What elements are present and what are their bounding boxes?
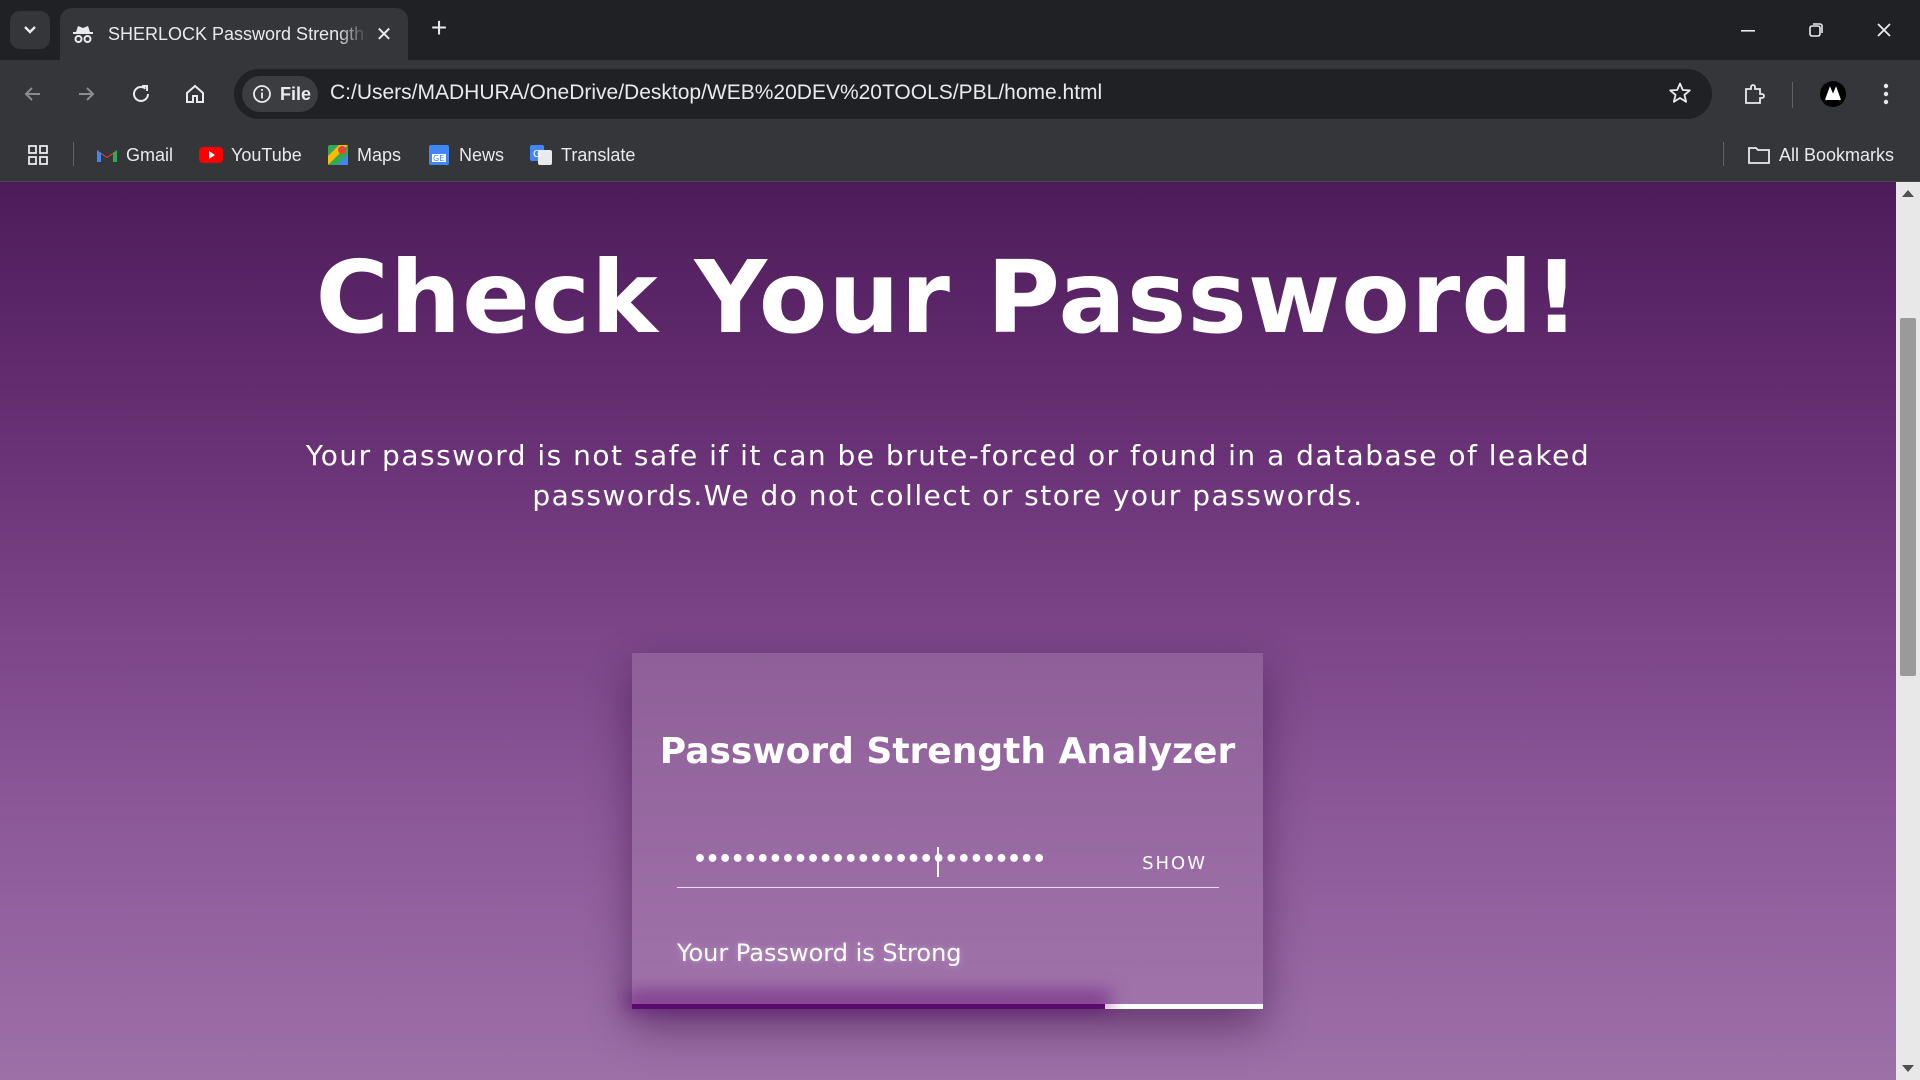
bookmarks-divider-right xyxy=(1723,142,1724,166)
bookmark-news[interactable]: GE News xyxy=(427,140,504,170)
extensions-button[interactable] xyxy=(1734,74,1774,114)
bookmarks-divider xyxy=(73,142,74,166)
bookmark-translate[interactable]: G Translate xyxy=(529,140,635,170)
kebab-menu-icon xyxy=(1883,83,1889,105)
translate-icon: G xyxy=(529,144,553,166)
show-password-button[interactable]: SHOW xyxy=(1142,853,1207,874)
url-text[interactable]: C:/Users/MADHURA/OneDrive/Desktop/WEB%20… xyxy=(330,81,1102,105)
file-chip-label: File xyxy=(280,83,312,104)
bookmark-label-gmail: Gmail xyxy=(126,144,174,165)
chevron-down-icon xyxy=(24,26,36,34)
minimize-button[interactable] xyxy=(1714,0,1782,60)
bookmark-label-youtube: YouTube xyxy=(231,144,302,165)
arrow-left-icon xyxy=(24,87,40,101)
password-analyzer-card: Password Strength Analyzer •••••••••••••… xyxy=(632,653,1263,1009)
address-bar[interactable]: File C:/Users/MADHURA/OneDrive/Desktop/W… xyxy=(234,69,1712,119)
tab-strip: SHERLOCK Password Strength Analyzer ✕ + xyxy=(0,0,1920,60)
restore-button[interactable] xyxy=(1782,0,1850,60)
tab-title: SHERLOCK Password Strength Analyzer xyxy=(108,23,368,44)
svg-text:G: G xyxy=(533,149,541,160)
puzzle-icon xyxy=(1745,84,1765,104)
scroll-thumb[interactable] xyxy=(1900,318,1916,676)
reload-icon xyxy=(133,85,149,102)
bookmark-label-translate: Translate xyxy=(561,144,636,165)
reload-button[interactable] xyxy=(121,74,161,114)
close-icon xyxy=(1877,23,1891,37)
bookmark-star-icon[interactable] xyxy=(1668,81,1692,110)
home-icon xyxy=(186,84,204,103)
maps-icon xyxy=(327,144,349,166)
folder-icon xyxy=(1747,145,1771,165)
browser-toolbar: File C:/Users/MADHURA/OneDrive/Desktop/W… xyxy=(0,60,1920,128)
incognito-favicon-icon xyxy=(72,23,94,45)
page-viewport: Check Your Password! Your password is no… xyxy=(0,182,1896,1080)
all-bookmarks-label: All Bookmarks xyxy=(1779,144,1895,165)
menu-button[interactable] xyxy=(1866,74,1906,114)
tab-close-icon[interactable]: ✕ xyxy=(372,22,396,47)
bookmarks-bar: Gmail YouTube Maps GE News G Translate A… xyxy=(0,128,1920,182)
svg-text:GE: GE xyxy=(433,154,444,163)
page-subtitle: Your password is not safe if it can be b… xyxy=(305,439,1591,512)
all-bookmarks-button[interactable]: All Bookmarks xyxy=(1747,140,1894,170)
toolbar-divider xyxy=(1792,82,1793,108)
active-tab[interactable]: SHERLOCK Password Strength Analyzer ✕ xyxy=(60,8,408,60)
strength-meter-fill xyxy=(632,1004,1106,1009)
gmail-icon xyxy=(96,147,118,163)
page-scrollbar[interactable] xyxy=(1896,182,1920,1080)
profile-avatar[interactable] xyxy=(1813,74,1853,114)
restore-icon xyxy=(1809,23,1823,37)
new-tab-button[interactable]: + xyxy=(424,12,454,44)
apps-grid-icon xyxy=(28,145,48,165)
password-input[interactable]: •••••••••••••••••••••••••••• SHOW xyxy=(677,843,1219,888)
password-masked-value: •••••••••••••••••••••••••••• xyxy=(693,847,1046,872)
scroll-down-icon[interactable] xyxy=(1902,1065,1914,1072)
text-caret xyxy=(937,847,939,877)
arrow-right-icon xyxy=(79,87,95,101)
info-icon xyxy=(253,85,271,103)
analyzer-heading: Password Strength Analyzer xyxy=(659,731,1236,772)
bookmark-youtube[interactable]: YouTube xyxy=(199,140,302,170)
bookmark-gmail[interactable]: Gmail xyxy=(96,140,173,170)
bookmark-label-maps: Maps xyxy=(357,144,402,165)
scroll-up-icon[interactable] xyxy=(1902,190,1914,197)
minimize-icon xyxy=(1741,30,1755,32)
youtube-icon xyxy=(199,146,223,164)
close-window-button[interactable] xyxy=(1850,0,1918,60)
home-button[interactable] xyxy=(175,74,215,114)
bookmark-maps[interactable]: Maps xyxy=(327,140,401,170)
bookmark-label-news: News xyxy=(459,144,505,165)
page-title: Check Your Password! xyxy=(315,239,1581,356)
apps-button[interactable] xyxy=(27,140,49,170)
forward-button[interactable] xyxy=(66,74,106,114)
strength-message: Your Password is Strong xyxy=(677,939,962,967)
tab-search-button[interactable] xyxy=(10,11,50,49)
news-icon: GE xyxy=(427,144,451,166)
back-button[interactable] xyxy=(13,74,53,114)
site-info-chip[interactable]: File xyxy=(242,76,318,112)
